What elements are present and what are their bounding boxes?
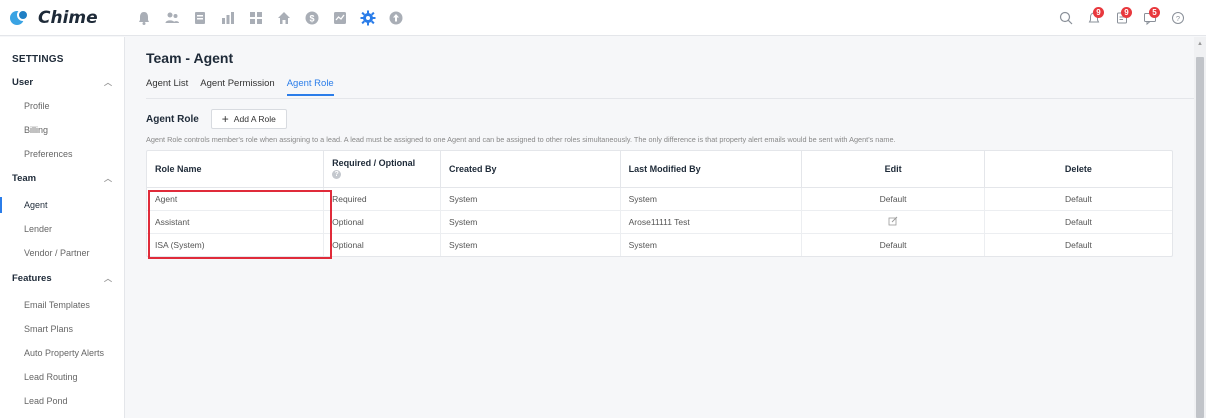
required-optional-cell: Optional xyxy=(323,233,441,256)
clipboard-icon[interactable] xyxy=(186,4,214,32)
agent-role-header: Agent Role + Add A Role xyxy=(146,109,287,129)
plus-icon: + xyxy=(221,112,229,126)
section-description: Agent Role controls member's role when a… xyxy=(146,135,896,144)
edit-cell: Default xyxy=(801,233,985,256)
notification-badge: 9 xyxy=(1093,7,1104,18)
delete-cell: Default xyxy=(1064,239,1092,250)
last-modified-by-cell: System xyxy=(620,233,803,256)
svg-text:?: ? xyxy=(1176,14,1180,23)
main-nav-icons: $ xyxy=(130,4,410,32)
sidebar-group-team[interactable]: Team ︿ xyxy=(0,166,124,190)
created-by-cell: System xyxy=(440,233,621,256)
column-header-last-modified-by: Last Modified By xyxy=(620,151,803,188)
sidebar-group-label: Features xyxy=(12,272,52,284)
delete-cell: Default xyxy=(984,187,1172,211)
last-modified-by-cell: Arose11111 Test xyxy=(620,210,803,234)
sidebar-item-lead-routing[interactable]: Lead Routing xyxy=(0,365,124,389)
sidebar-item-vendor-partner[interactable]: Vendor / Partner xyxy=(0,241,124,265)
tab-bar: Agent List Agent Permission Agent Role xyxy=(146,78,346,96)
top-navigation-bar: Chime $ 9 9 5 ? xyxy=(0,0,1206,36)
agent-role-table: Role Name Required / Optional ? Created … xyxy=(146,150,1173,257)
svg-text:$: $ xyxy=(309,13,314,23)
column-header-role-name: Role Name xyxy=(147,151,325,188)
sidebar-group-features[interactable]: Features ︿ xyxy=(0,266,124,290)
notification-bell-icon[interactable]: 9 xyxy=(1080,4,1108,32)
dollar-icon[interactable]: $ xyxy=(298,4,326,32)
search-icon[interactable] xyxy=(1052,4,1080,32)
sidebar-group-label: User xyxy=(12,76,34,88)
tab-agent-list[interactable]: Agent List xyxy=(146,78,188,96)
column-header-required-optional: Required / Optional ? xyxy=(323,151,441,188)
role-name-cell: Agent xyxy=(147,187,325,211)
analytics-icon[interactable] xyxy=(326,4,354,32)
sidebar-item-preferences[interactable]: Preferences xyxy=(0,142,124,166)
app-name: Chime xyxy=(38,7,98,28)
add-role-button[interactable]: + Add A Role xyxy=(210,109,287,129)
tab-agent-role[interactable]: Agent Role xyxy=(286,78,334,96)
column-header-created-by: Created By xyxy=(440,151,621,188)
chevron-up-icon: ︿ xyxy=(104,173,112,183)
column-header-delete: Delete xyxy=(984,151,1172,188)
task-icon[interactable]: 9 xyxy=(1108,4,1136,32)
sidebar-group-label: Team xyxy=(12,172,37,184)
grid-icon[interactable] xyxy=(242,4,270,32)
add-role-label: Add A Role xyxy=(233,114,276,124)
sidebar-item-smart-plans[interactable]: Smart Plans xyxy=(0,317,124,341)
created-by-cell: System xyxy=(440,210,621,234)
required-optional-cell: Optional xyxy=(323,210,441,234)
top-right-actions: 9 9 5 ? xyxy=(1052,0,1192,36)
home-icon[interactable] xyxy=(270,4,298,32)
bar-chart-icon[interactable] xyxy=(214,4,242,32)
edit-icon[interactable] xyxy=(888,216,898,228)
table-row: Agent Required System System Default Def… xyxy=(147,187,1172,211)
sidebar-item-lender[interactable]: Lender xyxy=(0,217,124,241)
edit-cell xyxy=(801,210,985,234)
chime-logo-mark xyxy=(10,8,32,27)
help-icon[interactable]: ? xyxy=(1164,4,1192,32)
sidebar-group-user[interactable]: User ︿ xyxy=(0,70,124,94)
column-header-label: Required / Optional xyxy=(332,158,416,169)
page-scrollbar[interactable]: ▲ xyxy=(1194,37,1206,418)
tab-divider xyxy=(146,98,1194,99)
created-by-cell: System xyxy=(440,187,621,211)
sidebar-item-billing[interactable]: Billing xyxy=(0,118,124,142)
edit-cell: Default xyxy=(801,187,985,211)
message-badge: 5 xyxy=(1149,7,1160,18)
tab-agent-permission[interactable]: Agent Permission xyxy=(200,78,274,96)
chime-logo[interactable]: Chime xyxy=(10,8,130,28)
last-modified-by-cell: System xyxy=(620,187,803,211)
role-name-cell: ISA (System) xyxy=(147,233,325,256)
required-optional-cell: Required xyxy=(323,187,441,211)
delete-cell: Default xyxy=(984,210,1172,234)
chevron-up-icon: ︿ xyxy=(104,77,112,87)
sidebar-item-profile[interactable]: Profile xyxy=(0,94,124,118)
help-icon[interactable]: ? xyxy=(332,170,342,180)
role-name-cell: Assistant xyxy=(147,210,325,234)
upload-icon[interactable] xyxy=(382,4,410,32)
page-title: Team - Agent xyxy=(146,50,234,66)
gear-icon[interactable] xyxy=(354,4,382,32)
column-header-edit: Edit xyxy=(801,151,985,188)
sidebar-item-lead-pond[interactable]: Lead Pond xyxy=(0,389,124,413)
sidebar-item-agent[interactable]: Agent xyxy=(0,193,124,217)
message-icon[interactable]: 5 xyxy=(1136,4,1164,32)
settings-sidebar: SETTINGS User ︿ Profile Billing Preferen… xyxy=(0,37,125,418)
task-badge: 9 xyxy=(1121,7,1132,18)
sidebar-item-email-templates[interactable]: Email Templates xyxy=(0,293,124,317)
scroll-up-arrow-icon[interactable]: ▲ xyxy=(1196,41,1204,51)
main-content: Team - Agent Agent List Agent Permission… xyxy=(126,37,1194,418)
sidebar-heading: SETTINGS xyxy=(12,54,64,65)
table-header-row: Role Name Required / Optional ? Created … xyxy=(147,151,1172,188)
sidebar-item-auto-property-alerts[interactable]: Auto Property Alerts xyxy=(0,341,124,365)
chevron-up-icon: ︿ xyxy=(104,273,112,283)
bell-icon[interactable] xyxy=(130,4,158,32)
table-row: Assistant Optional System Arose11111 Tes… xyxy=(147,210,1172,234)
table-row: ISA (System) Optional System System Defa… xyxy=(147,233,1172,256)
section-title: Agent Role xyxy=(146,113,199,125)
scroll-thumb[interactable] xyxy=(1196,57,1204,418)
people-icon[interactable] xyxy=(158,4,186,32)
